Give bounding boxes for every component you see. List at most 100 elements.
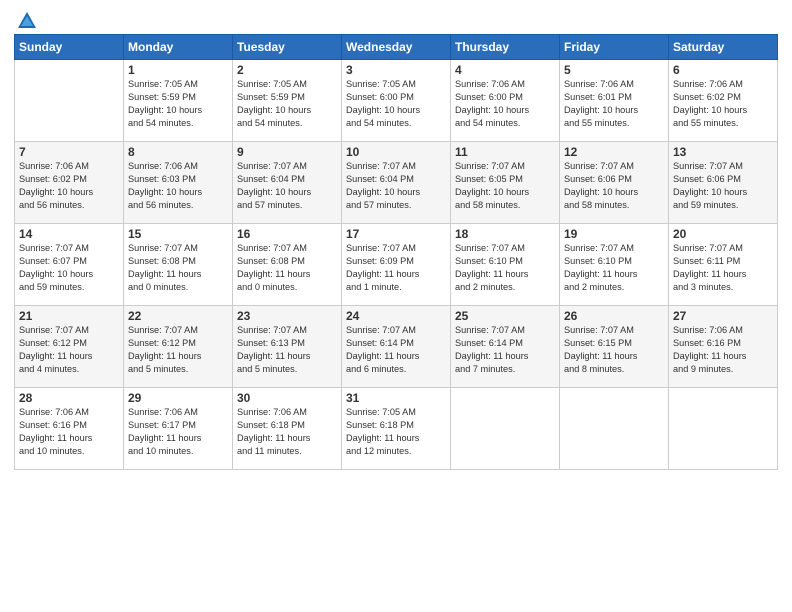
- day-info: Sunrise: 7:07 AMSunset: 6:04 PMDaylight:…: [346, 160, 446, 212]
- week-row-2: 7Sunrise: 7:06 AMSunset: 6:02 PMDaylight…: [15, 142, 778, 224]
- day-info: Sunrise: 7:07 AMSunset: 6:15 PMDaylight:…: [564, 324, 664, 376]
- day-info: Sunrise: 7:07 AMSunset: 6:14 PMDaylight:…: [346, 324, 446, 376]
- day-cell: [451, 388, 560, 470]
- day-info: Sunrise: 7:07 AMSunset: 6:10 PMDaylight:…: [455, 242, 555, 294]
- week-row-1: 1Sunrise: 7:05 AMSunset: 5:59 PMDaylight…: [15, 60, 778, 142]
- day-number: 12: [564, 145, 664, 159]
- day-number: 5: [564, 63, 664, 77]
- day-cell: 29Sunrise: 7:06 AMSunset: 6:17 PMDayligh…: [124, 388, 233, 470]
- header-day-friday: Friday: [560, 35, 669, 60]
- day-number: 30: [237, 391, 337, 405]
- day-cell: 15Sunrise: 7:07 AMSunset: 6:08 PMDayligh…: [124, 224, 233, 306]
- day-info: Sunrise: 7:07 AMSunset: 6:12 PMDaylight:…: [128, 324, 228, 376]
- header-day-saturday: Saturday: [669, 35, 778, 60]
- day-cell: 7Sunrise: 7:06 AMSunset: 6:02 PMDaylight…: [15, 142, 124, 224]
- day-cell: 11Sunrise: 7:07 AMSunset: 6:05 PMDayligh…: [451, 142, 560, 224]
- day-info: Sunrise: 7:07 AMSunset: 6:10 PMDaylight:…: [564, 242, 664, 294]
- day-number: 4: [455, 63, 555, 77]
- header-day-tuesday: Tuesday: [233, 35, 342, 60]
- header: [14, 10, 778, 28]
- day-cell: 26Sunrise: 7:07 AMSunset: 6:15 PMDayligh…: [560, 306, 669, 388]
- day-number: 31: [346, 391, 446, 405]
- header-day-thursday: Thursday: [451, 35, 560, 60]
- day-info: Sunrise: 7:06 AMSunset: 6:16 PMDaylight:…: [673, 324, 773, 376]
- day-cell: 14Sunrise: 7:07 AMSunset: 6:07 PMDayligh…: [15, 224, 124, 306]
- header-day-sunday: Sunday: [15, 35, 124, 60]
- day-info: Sunrise: 7:06 AMSunset: 6:02 PMDaylight:…: [673, 78, 773, 130]
- day-number: 9: [237, 145, 337, 159]
- day-info: Sunrise: 7:05 AMSunset: 6:18 PMDaylight:…: [346, 406, 446, 458]
- day-info: Sunrise: 7:07 AMSunset: 6:14 PMDaylight:…: [455, 324, 555, 376]
- day-cell: 9Sunrise: 7:07 AMSunset: 6:04 PMDaylight…: [233, 142, 342, 224]
- day-cell: 3Sunrise: 7:05 AMSunset: 6:00 PMDaylight…: [342, 60, 451, 142]
- day-info: Sunrise: 7:07 AMSunset: 6:12 PMDaylight:…: [19, 324, 119, 376]
- week-row-4: 21Sunrise: 7:07 AMSunset: 6:12 PMDayligh…: [15, 306, 778, 388]
- day-number: 20: [673, 227, 773, 241]
- day-cell: 13Sunrise: 7:07 AMSunset: 6:06 PMDayligh…: [669, 142, 778, 224]
- day-number: 18: [455, 227, 555, 241]
- day-cell: 21Sunrise: 7:07 AMSunset: 6:12 PMDayligh…: [15, 306, 124, 388]
- calendar-header: SundayMondayTuesdayWednesdayThursdayFrid…: [15, 35, 778, 60]
- day-number: 10: [346, 145, 446, 159]
- day-cell: 12Sunrise: 7:07 AMSunset: 6:06 PMDayligh…: [560, 142, 669, 224]
- day-cell: [15, 60, 124, 142]
- day-info: Sunrise: 7:07 AMSunset: 6:05 PMDaylight:…: [455, 160, 555, 212]
- day-cell: 28Sunrise: 7:06 AMSunset: 6:16 PMDayligh…: [15, 388, 124, 470]
- day-number: 27: [673, 309, 773, 323]
- day-number: 17: [346, 227, 446, 241]
- day-number: 26: [564, 309, 664, 323]
- day-cell: 1Sunrise: 7:05 AMSunset: 5:59 PMDaylight…: [124, 60, 233, 142]
- calendar-table: SundayMondayTuesdayWednesdayThursdayFrid…: [14, 34, 778, 470]
- day-number: 25: [455, 309, 555, 323]
- day-info: Sunrise: 7:06 AMSunset: 6:03 PMDaylight:…: [128, 160, 228, 212]
- day-info: Sunrise: 7:06 AMSunset: 6:01 PMDaylight:…: [564, 78, 664, 130]
- day-cell: [669, 388, 778, 470]
- day-cell: 22Sunrise: 7:07 AMSunset: 6:12 PMDayligh…: [124, 306, 233, 388]
- day-number: 13: [673, 145, 773, 159]
- day-cell: 17Sunrise: 7:07 AMSunset: 6:09 PMDayligh…: [342, 224, 451, 306]
- day-cell: 8Sunrise: 7:06 AMSunset: 6:03 PMDaylight…: [124, 142, 233, 224]
- header-day-monday: Monday: [124, 35, 233, 60]
- day-info: Sunrise: 7:06 AMSunset: 6:02 PMDaylight:…: [19, 160, 119, 212]
- day-info: Sunrise: 7:06 AMSunset: 6:16 PMDaylight:…: [19, 406, 119, 458]
- day-cell: 30Sunrise: 7:06 AMSunset: 6:18 PMDayligh…: [233, 388, 342, 470]
- day-number: 11: [455, 145, 555, 159]
- day-info: Sunrise: 7:07 AMSunset: 6:11 PMDaylight:…: [673, 242, 773, 294]
- calendar-body: 1Sunrise: 7:05 AMSunset: 5:59 PMDaylight…: [15, 60, 778, 470]
- day-info: Sunrise: 7:06 AMSunset: 6:18 PMDaylight:…: [237, 406, 337, 458]
- logo: [14, 10, 38, 28]
- day-number: 2: [237, 63, 337, 77]
- day-number: 7: [19, 145, 119, 159]
- day-number: 22: [128, 309, 228, 323]
- day-number: 1: [128, 63, 228, 77]
- week-row-3: 14Sunrise: 7:07 AMSunset: 6:07 PMDayligh…: [15, 224, 778, 306]
- day-number: 24: [346, 309, 446, 323]
- day-cell: 24Sunrise: 7:07 AMSunset: 6:14 PMDayligh…: [342, 306, 451, 388]
- day-info: Sunrise: 7:07 AMSunset: 6:13 PMDaylight:…: [237, 324, 337, 376]
- day-cell: 6Sunrise: 7:06 AMSunset: 6:02 PMDaylight…: [669, 60, 778, 142]
- day-cell: 20Sunrise: 7:07 AMSunset: 6:11 PMDayligh…: [669, 224, 778, 306]
- day-number: 16: [237, 227, 337, 241]
- day-cell: 16Sunrise: 7:07 AMSunset: 6:08 PMDayligh…: [233, 224, 342, 306]
- day-number: 29: [128, 391, 228, 405]
- day-info: Sunrise: 7:07 AMSunset: 6:06 PMDaylight:…: [673, 160, 773, 212]
- day-info: Sunrise: 7:06 AMSunset: 6:00 PMDaylight:…: [455, 78, 555, 130]
- header-day-wednesday: Wednesday: [342, 35, 451, 60]
- day-cell: [560, 388, 669, 470]
- day-info: Sunrise: 7:07 AMSunset: 6:08 PMDaylight:…: [237, 242, 337, 294]
- day-number: 6: [673, 63, 773, 77]
- day-info: Sunrise: 7:05 AMSunset: 6:00 PMDaylight:…: [346, 78, 446, 130]
- day-info: Sunrise: 7:07 AMSunset: 6:08 PMDaylight:…: [128, 242, 228, 294]
- day-info: Sunrise: 7:06 AMSunset: 6:17 PMDaylight:…: [128, 406, 228, 458]
- logo-icon: [16, 10, 38, 32]
- calendar-page: SundayMondayTuesdayWednesdayThursdayFrid…: [0, 0, 792, 612]
- day-cell: 10Sunrise: 7:07 AMSunset: 6:04 PMDayligh…: [342, 142, 451, 224]
- day-cell: 25Sunrise: 7:07 AMSunset: 6:14 PMDayligh…: [451, 306, 560, 388]
- day-cell: 19Sunrise: 7:07 AMSunset: 6:10 PMDayligh…: [560, 224, 669, 306]
- day-info: Sunrise: 7:05 AMSunset: 5:59 PMDaylight:…: [128, 78, 228, 130]
- day-info: Sunrise: 7:05 AMSunset: 5:59 PMDaylight:…: [237, 78, 337, 130]
- day-cell: 2Sunrise: 7:05 AMSunset: 5:59 PMDaylight…: [233, 60, 342, 142]
- day-cell: 4Sunrise: 7:06 AMSunset: 6:00 PMDaylight…: [451, 60, 560, 142]
- day-info: Sunrise: 7:07 AMSunset: 6:06 PMDaylight:…: [564, 160, 664, 212]
- day-cell: 23Sunrise: 7:07 AMSunset: 6:13 PMDayligh…: [233, 306, 342, 388]
